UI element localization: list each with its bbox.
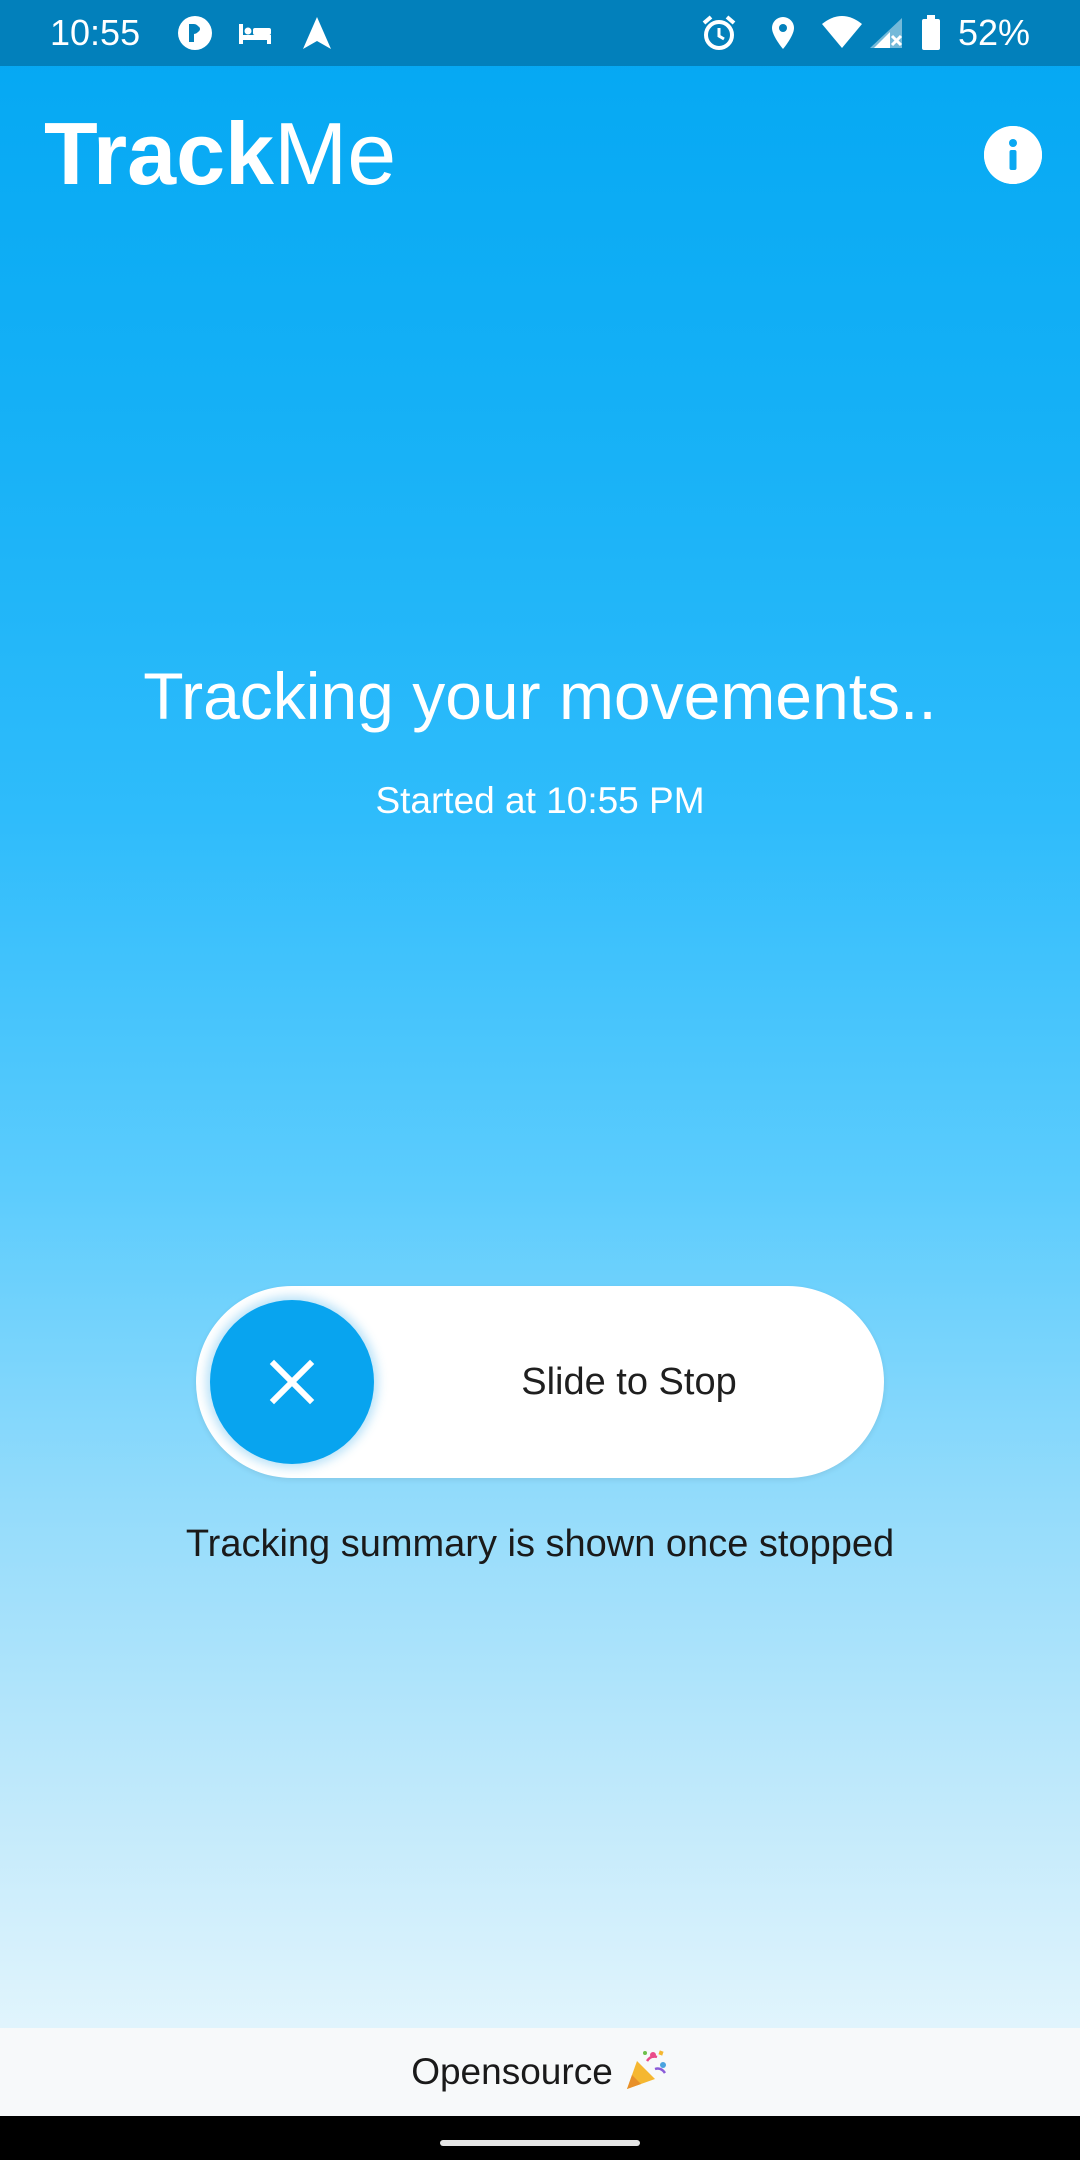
info-button[interactable] xyxy=(984,126,1042,184)
tracking-headline: Tracking your movements.. xyxy=(143,659,937,733)
footer-text: Opensource xyxy=(411,2051,613,2092)
info-icon xyxy=(984,126,1042,184)
footer-link[interactable]: Opensource xyxy=(0,2028,1080,2116)
app-title-light: Me xyxy=(273,104,397,203)
party-popper-icon xyxy=(623,2047,669,2093)
tracking-screen: 10:55 52% TrackMe Tracking your movement… xyxy=(0,0,1080,2160)
footer: Opensource xyxy=(0,2028,1080,2116)
slider-label: Slide to Stop xyxy=(521,1361,737,1403)
status-time: 10:55 xyxy=(50,12,141,53)
slide-to-stop-slider[interactable]: Slide to Stop xyxy=(196,1286,884,1478)
status-bar: 10:55 52% xyxy=(0,0,1080,66)
home-gesture-handle[interactable] xyxy=(440,2140,640,2146)
circle-app-icon xyxy=(176,14,214,52)
location-pin-icon xyxy=(764,14,802,52)
navigation-arrow-icon xyxy=(298,14,336,52)
slider-knob[interactable] xyxy=(210,1300,374,1464)
close-icon xyxy=(269,1359,315,1405)
started-time-text: Started at 10:55 PM xyxy=(375,780,705,821)
wifi-icon xyxy=(820,14,864,52)
system-nav-bar xyxy=(0,2116,1080,2160)
signal-no-service-icon xyxy=(866,14,906,52)
battery-percent: 52% xyxy=(957,12,1030,53)
bed-icon xyxy=(236,14,274,52)
summary-note: Tracking summary is shown once stopped xyxy=(185,1523,895,1565)
app-title: TrackMe xyxy=(44,104,396,204)
app-title-bold: Track xyxy=(44,104,274,203)
alarm-icon xyxy=(700,14,738,52)
battery-icon xyxy=(920,14,942,52)
